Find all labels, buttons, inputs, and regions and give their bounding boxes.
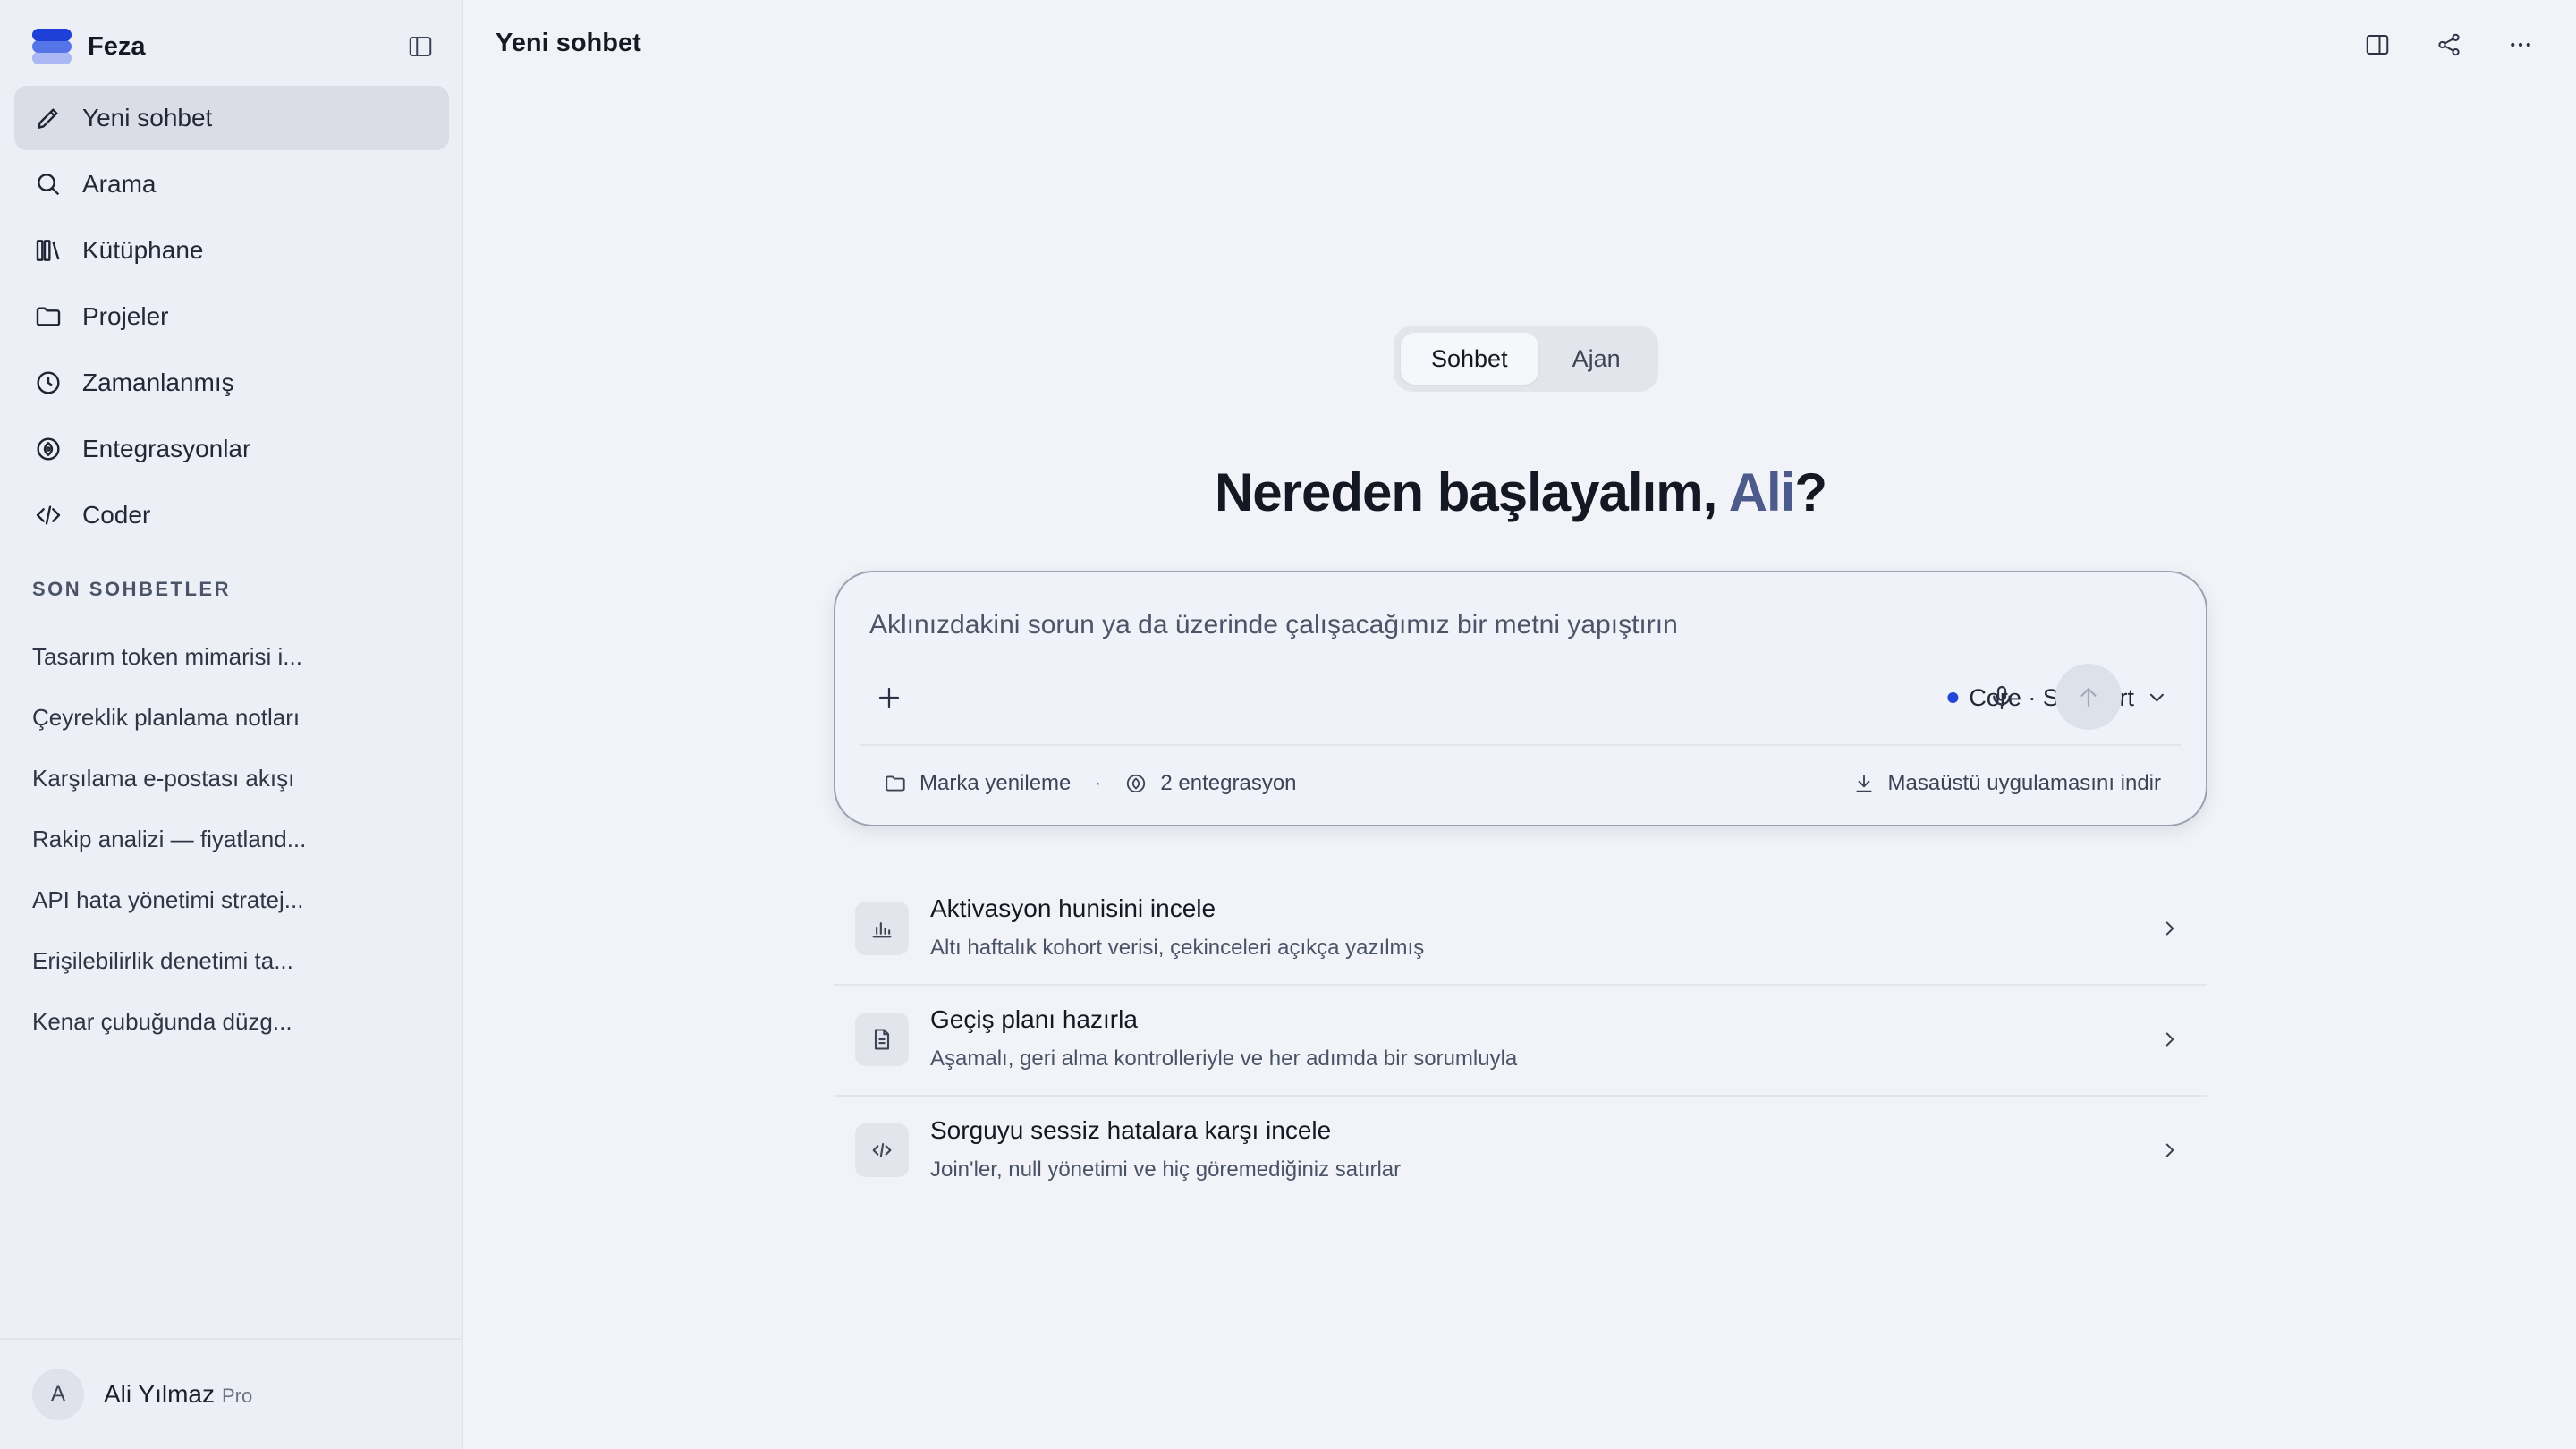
suggestion-item[interactable]: Aktivasyon hunisini incele Altı haftalık… — [834, 875, 2207, 986]
sidebar-item-search[interactable]: Arama — [14, 152, 449, 216]
sidebar-item-label: Entegrasyonlar — [82, 435, 251, 462]
side-panel-icon — [2366, 35, 2389, 55]
clock-icon — [32, 367, 64, 399]
sidebar-item-coder[interactable]: Coder — [14, 483, 449, 547]
composer-footer: Marka yenileme · 2 entegrasyon Masaüstü … — [884, 764, 2161, 803]
suggestion-title: Sorguyu sessiz hatalara karşı incele — [930, 1116, 1332, 1144]
folder-icon — [886, 775, 905, 792]
voice-input-button[interactable] — [1982, 678, 2021, 717]
plus-icon — [878, 687, 900, 708]
recent-chat-item[interactable]: Erişilebilirlik denetimi ta... — [32, 930, 426, 991]
more-horizontal-icon — [2511, 42, 2530, 47]
app-window: Feza Yeni sohbet Arama Kütüphane Projele… — [0, 0, 2576, 1449]
user-plan-badge: Pro — [221, 1385, 253, 1407]
sidebar-nav: Yeni sohbet Arama Kütüphane Projeler Zam… — [14, 86, 449, 549]
sidebar: Feza Yeni sohbet Arama Kütüphane Projele… — [0, 0, 463, 1449]
avatar: A — [32, 1368, 84, 1420]
share-button[interactable] — [2429, 25, 2469, 64]
greeting-user-name: Ali — [1728, 462, 1796, 522]
bar-chart-icon — [855, 902, 909, 955]
more-options-button[interactable] — [2501, 25, 2540, 64]
composer: Core · Standart Marka yenileme · 2 enteg… — [834, 571, 2207, 826]
recent-chat-item[interactable]: Rakip analizi — fiyatland... — [32, 809, 426, 869]
sidebar-item-label: Coder — [82, 501, 151, 529]
suggestion-title: Aktivasyon hunisini incele — [930, 894, 1216, 922]
greeting-suffix: ? — [1794, 462, 1827, 522]
download-desktop-link[interactable]: Masaüstü uygulamasını indir — [1852, 771, 2161, 796]
toggle-panel-button[interactable] — [2358, 25, 2397, 64]
recent-chats-list: Tasarım token mimarisi i... Çeyreklik pl… — [32, 626, 426, 1052]
tab-agent[interactable]: Ajan — [1542, 333, 1651, 385]
brand[interactable]: Feza — [32, 25, 145, 68]
main-content: Yeni sohbet Sohbet Ajan Nereden başlayal… — [465, 0, 2576, 1449]
share-icon — [2438, 33, 2460, 56]
greeting-heading: Nereden başlayalım, Ali? — [465, 462, 2576, 523]
sidebar-panel-icon — [409, 37, 432, 56]
chevron-down-icon — [2149, 693, 2164, 702]
project-chip[interactable]: Marka yenileme — [884, 771, 1071, 796]
send-button[interactable] — [2055, 664, 2122, 730]
document-icon — [855, 1013, 909, 1066]
library-icon — [32, 234, 64, 267]
integration-icon — [1127, 774, 1146, 793]
chevron-right-icon — [2152, 911, 2188, 946]
project-label: Marka yenileme — [919, 771, 1072, 795]
sidebar-item-label: Zamanlanmış — [82, 369, 234, 396]
recent-chat-item[interactable]: Kenar çubuğunda düzg... — [32, 991, 426, 1052]
brand-name: Feza — [88, 31, 146, 61]
code-icon — [855, 1123, 909, 1177]
suggestions-list: Aktivasyon hunisini incele Altı haftalık… — [834, 875, 2207, 1208]
page-title: Yeni sohbet — [496, 29, 641, 57]
recent-chats-heading: SON SOHBETLER — [32, 578, 231, 600]
greeting-prefix: Nereden başlayalım, — [1214, 462, 1729, 522]
mode-toggle: Sohbet Ajan — [1394, 326, 1658, 392]
sidebar-item-library[interactable]: Kütüphane — [14, 218, 449, 283]
suggestion-title: Geçiş planı hazırla — [930, 1005, 1138, 1033]
sidebar-item-label: Kütüphane — [82, 236, 204, 264]
sidebar-item-new-chat[interactable]: Yeni sohbet — [14, 86, 449, 150]
chevron-right-icon — [2152, 1132, 2188, 1168]
integrations-label: 2 entegrasyon — [1160, 771, 1297, 795]
sidebar-item-label: Arama — [82, 170, 157, 198]
sidebar-item-label: Yeni sohbet — [82, 104, 213, 131]
integration-icon — [32, 433, 64, 465]
arrow-up-icon — [2080, 688, 2097, 708]
sidebar-item-projects[interactable]: Projeler — [14, 284, 449, 349]
sidebar-item-scheduled[interactable]: Zamanlanmış — [14, 351, 449, 415]
composer-divider — [860, 744, 2181, 746]
microphone-icon — [1993, 685, 2011, 710]
top-actions — [2358, 25, 2540, 64]
suggestion-item[interactable]: Geçiş planı hazırla Aşamalı, geri alma k… — [834, 986, 2207, 1097]
download-icon — [1856, 775, 1872, 792]
sidebar-toggle-button[interactable] — [401, 27, 440, 66]
prompt-input[interactable] — [869, 610, 2122, 640]
brand-logo-icon — [32, 29, 72, 64]
chevron-right-icon — [2152, 1021, 2188, 1057]
recent-chat-item[interactable]: Çeyreklik planlama notları — [32, 687, 426, 748]
user-name: Ali Yılmaz — [104, 1380, 215, 1408]
folder-icon — [32, 301, 64, 333]
integrations-chip[interactable]: 2 entegrasyon — [1124, 771, 1297, 796]
download-label: Masaüstü uygulamasını indir — [1887, 771, 2161, 795]
tab-chat[interactable]: Sohbet — [1401, 333, 1538, 385]
sidebar-item-integrations[interactable]: Entegrasyonlar — [14, 417, 449, 481]
pencil-icon — [32, 102, 64, 134]
suggestion-description: Aşamalı, geri alma kontrolleriyle ve her… — [930, 1046, 1518, 1071]
suggestion-description: Join'ler, null yönetimi ve hiç göremediğ… — [930, 1157, 1402, 1182]
suggestion-item[interactable]: Sorguyu sessiz hatalara karşı incele Joi… — [834, 1097, 2207, 1208]
add-attachment-button[interactable] — [869, 678, 909, 717]
recent-chat-item[interactable]: Karşılama e-postası akışı — [32, 748, 426, 809]
suggestion-description: Altı haftalık kohort verisi, çekinceleri… — [930, 936, 1425, 960]
user-profile[interactable]: A Ali Yılmaz Pro — [0, 1338, 462, 1449]
recent-chat-item[interactable]: API hata yönetimi stratej... — [32, 869, 426, 930]
model-status-dot — [1947, 692, 1959, 703]
recent-chat-item[interactable]: Tasarım token mimarisi i... — [32, 626, 426, 687]
search-icon — [32, 168, 64, 200]
footer-separator: · — [1094, 771, 1102, 795]
sidebar-item-label: Projeler — [82, 302, 169, 330]
code-icon — [32, 499, 64, 531]
